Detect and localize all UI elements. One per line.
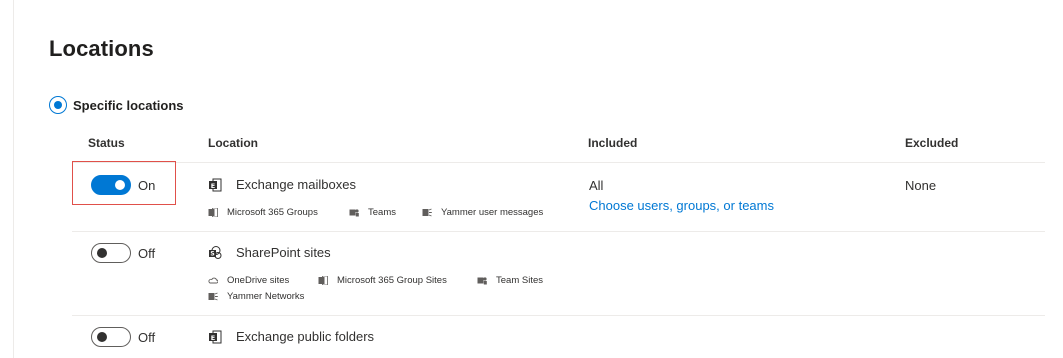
svg-text:S: S <box>210 250 214 257</box>
teams-icon <box>349 209 359 217</box>
column-header-excluded: Excluded <box>905 136 959 150</box>
location-exchange-public-folders: E Exchange public folders <box>208 329 374 344</box>
sub-item-onedrive: OneDrive sites <box>208 275 289 286</box>
sub-item-label: Microsoft 365 Groups <box>227 207 318 218</box>
toggle-switch[interactable] <box>91 243 131 263</box>
column-header-included: Included <box>588 136 638 150</box>
sub-item-m365-groups: Microsoft 365 Groups <box>208 207 318 218</box>
radio-selected-icon[interactable] <box>49 96 67 114</box>
svg-text:E: E <box>211 181 215 189</box>
yammer-icon <box>422 208 432 217</box>
exchange-public-folders-toggle[interactable]: Off <box>91 327 155 347</box>
excluded-value: None <box>905 178 937 193</box>
sharepoint-sites-toggle[interactable]: Off <box>91 243 155 263</box>
column-header-status: Status <box>88 136 125 150</box>
page-title: Locations <box>49 36 154 61</box>
exchange-mailboxes-toggle[interactable]: On <box>91 175 155 195</box>
location-exchange-mailboxes: E Exchange mailboxes <box>208 177 356 192</box>
exchange-icon: E <box>209 178 222 191</box>
location-name: SharePoint sites <box>236 245 331 260</box>
row-divider <box>72 231 1045 232</box>
included-value: All <box>589 178 604 193</box>
toggle-state-label: Off <box>138 329 156 345</box>
sub-item-yammer-networks: Yammer Networks <box>208 291 304 302</box>
sub-item-team-sites: Team Sites <box>477 275 543 286</box>
toggle-knob <box>115 180 125 190</box>
toggle-switch[interactable] <box>91 327 131 347</box>
sub-item-label: Microsoft 365 Group Sites <box>337 275 447 286</box>
exchange-icon: E <box>209 330 222 343</box>
teams-icon <box>477 277 487 285</box>
sub-item-label: Teams <box>368 207 396 218</box>
yammer-icon <box>208 292 218 301</box>
toggle-state-label: Off <box>138 245 156 261</box>
specific-locations-radio[interactable]: Specific locations <box>49 96 184 114</box>
sharepoint-icon: S <box>209 245 222 259</box>
cloud-icon <box>208 277 218 284</box>
location-name: Exchange mailboxes <box>236 177 356 192</box>
header-divider <box>72 162 1045 163</box>
toggle-knob <box>97 332 107 342</box>
toggle-knob <box>97 248 107 258</box>
groups-icon <box>208 208 218 217</box>
column-header-location: Location <box>208 136 258 150</box>
sub-item-yammer: Yammer user messages <box>422 207 543 218</box>
sub-item-label: Yammer Networks <box>227 291 305 302</box>
row-divider <box>72 315 1045 316</box>
sub-item-m365-group-sites: Microsoft 365 Group Sites <box>318 275 447 286</box>
sub-item-teams: Teams <box>349 207 396 218</box>
choose-users-groups-teams-link[interactable]: Choose users, groups, or teams <box>589 198 774 213</box>
sub-item-label: Yammer user messages <box>441 207 544 218</box>
specific-locations-label: Specific locations <box>73 97 184 113</box>
sub-item-label: Team Sites <box>496 275 543 286</box>
svg-text:E: E <box>211 333 215 341</box>
panel-left-border <box>13 0 14 358</box>
location-name: Exchange public folders <box>236 329 375 344</box>
groups-icon <box>318 276 328 285</box>
toggle-state-label: On <box>138 177 156 193</box>
sub-item-label: OneDrive sites <box>227 275 290 286</box>
location-sharepoint-sites: S SharePoint sites <box>208 245 331 260</box>
toggle-switch[interactable] <box>91 175 131 195</box>
